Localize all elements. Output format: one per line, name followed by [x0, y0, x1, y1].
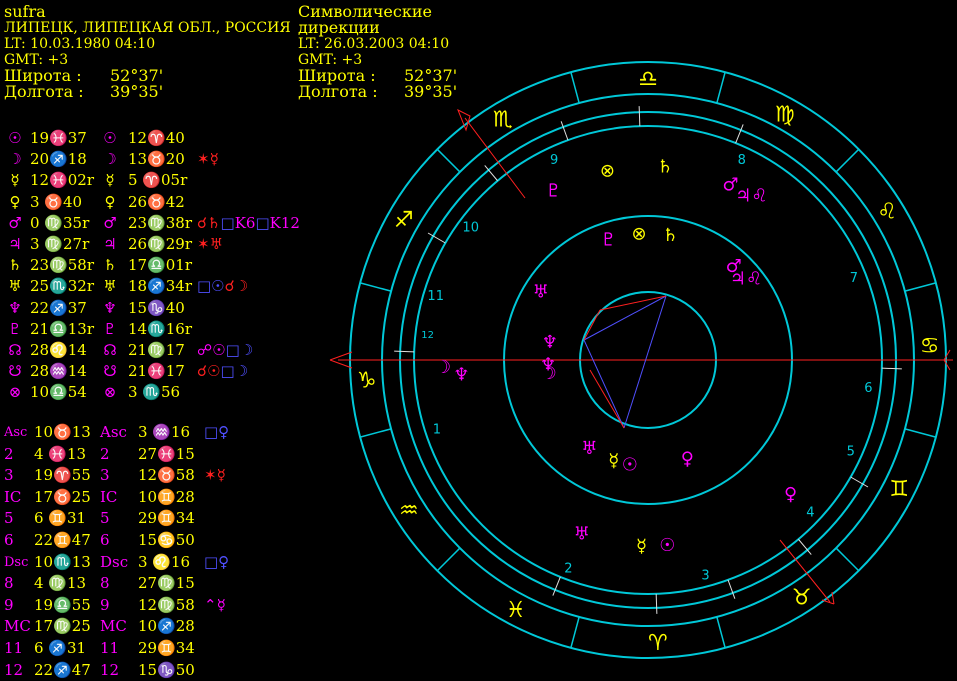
zodiac-sign-glyph: ♑ [357, 369, 377, 394]
zodiac-sign-glyph: ♈ [648, 631, 668, 656]
house-number: 11 [427, 289, 444, 304]
house-number: 1 [433, 423, 441, 438]
wheel-planet-glyph: ☉ [622, 454, 638, 475]
house-cusp-tick [394, 350, 415, 353]
house-number: 5 [847, 444, 855, 459]
sign-divider [904, 428, 937, 438]
house-number: 9 [550, 153, 558, 168]
wheel-planet-glyph: ♀ [681, 448, 694, 469]
zodiac-sign-glyph: ♐ [394, 208, 414, 233]
zodiac-sign-glyph: ♓ [506, 598, 526, 623]
zodiac-sign-glyph: ♉ [792, 586, 812, 611]
wheel-planet-glyph: ⊗ [632, 223, 647, 244]
sign-divider [570, 71, 580, 104]
sign-divider [359, 282, 392, 292]
sign-divider [570, 616, 580, 649]
wheel-planet-glyph: ♆ [540, 354, 556, 375]
mc-arrow [457, 108, 471, 132]
wheel-planet-glyph: ♆ [453, 364, 469, 385]
house-number: 8 [738, 153, 746, 168]
wheel-planet-glyph: ♃♌ [735, 186, 767, 207]
zodiac-sign-glyph: ♍ [775, 102, 795, 127]
wheel-planet-glyph: ☿ [608, 450, 619, 471]
sign-divider [436, 148, 461, 173]
wheel-planet-glyph: ♇ [600, 229, 616, 250]
zodiac-sign-glyph: ♋ [920, 334, 940, 359]
wheel-planet-glyph: ♀ [784, 484, 797, 505]
sign-divider [716, 616, 726, 649]
wheel-planet-glyph: ♅ [581, 438, 597, 459]
wheel-planet-glyph: ♂ [726, 256, 742, 277]
house-number: 7 [850, 271, 858, 286]
wheel-planet-glyph: ⊗ [600, 160, 615, 181]
zodiac-sign-glyph: ♌ [877, 200, 897, 225]
house-number: 10 [462, 220, 479, 235]
wheel-planet-glyph: ♄ [662, 225, 678, 246]
wheel-planet-glyph: ☽ [435, 357, 451, 378]
aspect-line [589, 369, 625, 429]
house-number: 6 [864, 381, 872, 396]
house-cusp-tick [735, 124, 744, 144]
house-cusp-tick [655, 593, 658, 614]
wheel-planet-glyph: ♆ [542, 332, 558, 353]
chart-wheel: ♎♍♌♋♊♉♈♓♒♑♐♏12 3456789101112♄♂♃♌⊗♇♀♇ ⊗ ♄♃♌♂… [329, 61, 953, 659]
wheel-planet-glyph: ☿ [636, 536, 647, 557]
wheel-planet-glyph: ♇ [545, 180, 561, 201]
house-number: 4 [806, 505, 814, 520]
zodiac-sign-glyph: ♒ [399, 498, 419, 523]
wheel-planet-glyph: ♄ [657, 157, 673, 178]
sign-divider [835, 148, 860, 173]
house-cusp-tick [560, 121, 569, 141]
zodiac-sign-glyph: ♊ [889, 477, 909, 502]
wheel-planet-glyph: ☉ [659, 535, 675, 556]
zodiac-sign-glyph: ♎ [638, 67, 658, 92]
house-number: 3 [701, 568, 709, 583]
sign-divider [436, 547, 461, 572]
zodiac-sign-glyph: ♏ [493, 107, 513, 132]
house-cusp-tick [881, 367, 902, 370]
wheel-planet-glyph: ♅ [574, 524, 590, 545]
sign-divider [359, 428, 392, 438]
house-number: 12 [421, 330, 434, 341]
house-cusp-tick [552, 576, 561, 596]
sign-divider [716, 71, 726, 104]
house-cusp-tick [727, 579, 736, 599]
sign-divider [835, 547, 860, 572]
house-cusp-tick [638, 106, 641, 127]
aspect-line [623, 295, 667, 429]
sign-divider [904, 282, 937, 292]
aspect-line [583, 339, 625, 429]
wheel-planet-glyph: ♅ [533, 281, 549, 302]
house-number: 2 [564, 561, 572, 576]
